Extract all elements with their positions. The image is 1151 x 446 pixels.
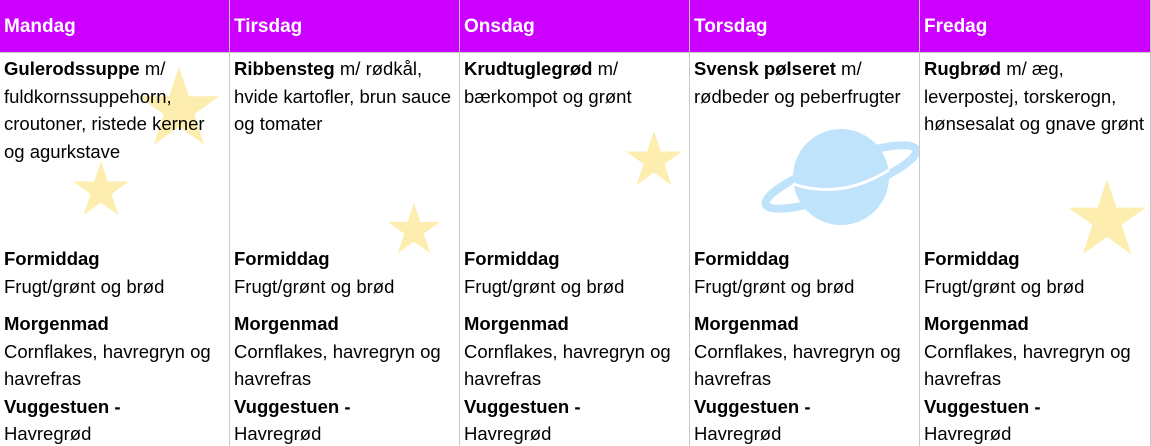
lunch-cell: Rugbrød m/ æg, leverpostej, torskerogn, … — [920, 53, 1150, 245]
day-column-torsdag: Torsdag Svensk pølseret m/ rødbeder og p… — [690, 0, 920, 446]
lunch-cell: Ribbensteg m/ rødkål, hvide kartofler, b… — [230, 53, 459, 245]
formiddag-title: Formiddag — [464, 248, 560, 269]
vuggestuen-title: Vuggestuen - — [234, 395, 351, 417]
morgenmad-text: Cornflakes, havregryn og havrefras — [694, 340, 901, 390]
day-header: Fredag — [920, 0, 1150, 53]
lunch-title: Gulerodssuppe — [4, 58, 140, 79]
day-column-mandag: Mandag Gulerodssuppe m/ fuldkornssuppeho… — [0, 0, 230, 446]
day-column-fredag: Fredag Rugbrød m/ æg, leverpostej, torsk… — [920, 0, 1151, 446]
formiddag-text: Frugt/grønt og brød — [694, 275, 855, 297]
morgenmad-title: Morgenmad — [234, 313, 339, 334]
vuggestuen-text: Havregrød — [234, 423, 322, 444]
lunch-title: Krudtuglegrød — [464, 58, 593, 79]
menu-table: Mandag Gulerodssuppe m/ fuldkornssuppeho… — [0, 0, 1151, 446]
morgenmad-text: Cornflakes, havregryn og havrefras — [924, 340, 1131, 390]
morgenmad-block: Morgenmad Cornflakes, havregryn og havre… — [230, 310, 459, 446]
formiddag-title: Formiddag — [694, 248, 790, 269]
morgenmad-text: Cornflakes, havregryn og havrefras — [464, 340, 671, 390]
morgenmad-block: Morgenmad Cornflakes, havregryn og havre… — [0, 310, 229, 446]
vuggestuen-title: Vuggestuen - — [694, 395, 811, 417]
lunch-cell: Krudtuglegrød m/ bærkompot og grønt — [460, 53, 689, 245]
vuggestuen-text: Havregrød — [4, 423, 92, 444]
morgenmad-block: Morgenmad Cornflakes, havregryn og havre… — [460, 310, 689, 446]
lunch-cell: Svensk pølseret m/ rødbeder og peberfrug… — [690, 53, 919, 245]
formiddag-text: Frugt/grønt og brød — [234, 275, 395, 297]
formiddag-title: Formiddag — [4, 248, 100, 269]
formiddag-text: Frugt/grønt og brød — [464, 275, 625, 297]
lunch-title: Rugbrød — [924, 58, 1002, 79]
lunch-title: Ribbensteg — [234, 58, 335, 79]
day-column-tirsdag: Tirsdag Ribbensteg m/ rødkål, hvide kart… — [230, 0, 460, 446]
morgenmad-block: Morgenmad Cornflakes, havregryn og havre… — [690, 310, 919, 446]
morgenmad-block: Morgenmad Cornflakes, havregryn og havre… — [920, 310, 1150, 446]
day-header: Onsdag — [460, 0, 689, 53]
vuggestuen-title: Vuggestuen - — [4, 395, 121, 417]
morgenmad-title: Morgenmad — [694, 313, 799, 334]
formiddag-text: Frugt/grønt og brød — [4, 275, 165, 297]
morgenmad-text: Cornflakes, havregryn og havrefras — [4, 340, 211, 390]
formiddag-block: Formiddag Frugt/grønt og brød — [0, 245, 229, 300]
morgenmad-title: Morgenmad — [464, 313, 569, 334]
vuggestuen-text: Havregrød — [694, 423, 782, 444]
formiddag-title: Formiddag — [924, 248, 1020, 269]
formiddag-title: Formiddag — [234, 248, 330, 269]
lunch-title: Svensk pølseret — [694, 58, 836, 79]
vuggestuen-text: Havregrød — [924, 423, 1012, 444]
day-header: Torsdag — [690, 0, 919, 53]
morgenmad-title: Morgenmad — [4, 313, 109, 334]
vuggestuen-title: Vuggestuen - — [464, 395, 581, 417]
day-header: Mandag — [0, 0, 229, 53]
formiddag-block: Formiddag Frugt/grønt og brød — [690, 245, 919, 300]
morgenmad-title: Morgenmad — [924, 313, 1029, 334]
formiddag-block: Formiddag Frugt/grønt og brød — [920, 245, 1150, 300]
lunch-cell: Gulerodssuppe m/ fuldkornssuppehorn, cro… — [0, 53, 229, 245]
day-header: Tirsdag — [230, 0, 459, 53]
morgenmad-text: Cornflakes, havregryn og havrefras — [234, 340, 441, 390]
formiddag-block: Formiddag Frugt/grønt og brød — [460, 245, 689, 300]
formiddag-block: Formiddag Frugt/grønt og brød — [230, 245, 459, 300]
formiddag-text: Frugt/grønt og brød — [924, 275, 1085, 297]
vuggestuen-title: Vuggestuen - — [924, 395, 1041, 417]
vuggestuen-text: Havregrød — [464, 423, 552, 444]
day-column-onsdag: Onsdag Krudtuglegrød m/ bærkompot og grø… — [460, 0, 690, 446]
